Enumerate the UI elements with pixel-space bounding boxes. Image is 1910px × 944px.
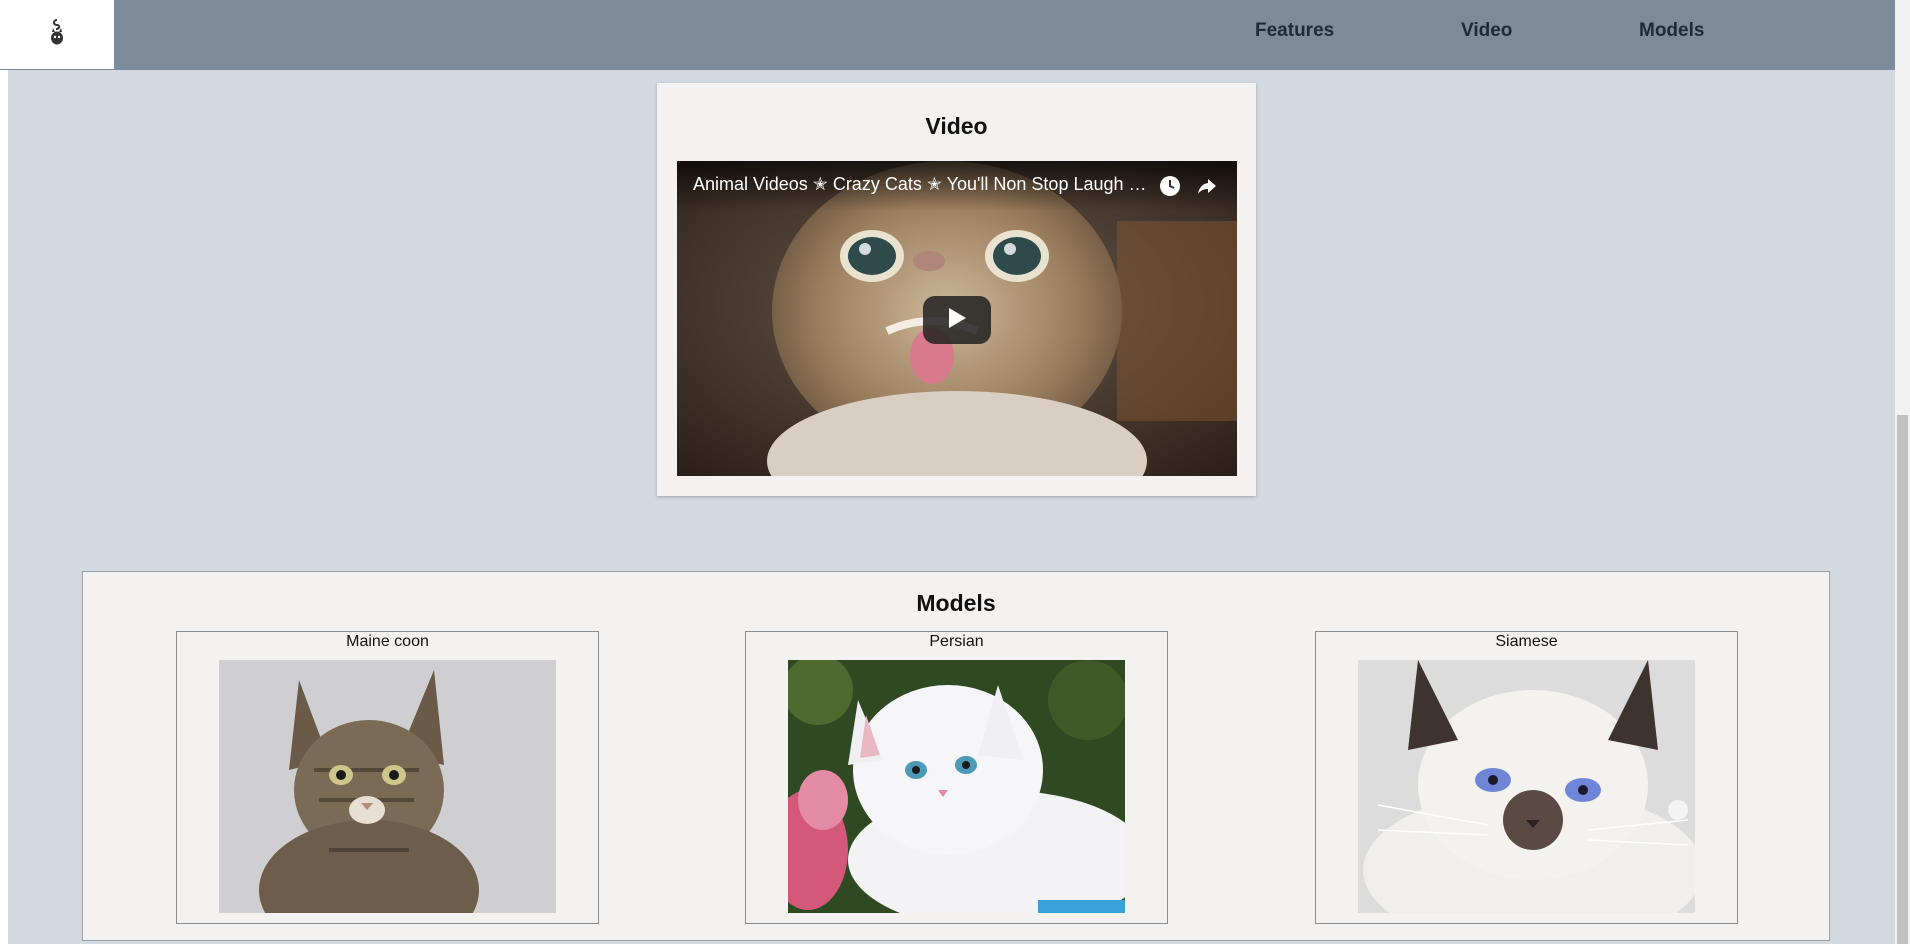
model-card-maine-coon: Maine coon (176, 631, 599, 924)
page: Features Video Models Video Animal Video… (0, 0, 1910, 944)
video-section-title: Video (925, 113, 988, 139)
play-icon (947, 307, 967, 334)
nav-link-models[interactable]: Models (1639, 20, 1704, 42)
model-name: Persian (929, 633, 984, 650)
nav-link-features[interactable]: Features (1255, 20, 1334, 42)
clock-icon[interactable] (1157, 173, 1183, 199)
model-name: Siamese (1495, 633, 1558, 650)
nav-link-video[interactable]: Video (1461, 20, 1512, 42)
model-card-persian: Persian (745, 631, 1168, 924)
video-caption[interactable]: Animal Videos ✭ Crazy Cats ✭ You'll Non … (693, 174, 1153, 195)
play-button[interactable] (923, 296, 991, 344)
model-card-siamese: Siamese (1315, 631, 1738, 924)
siamese-image (1358, 660, 1695, 913)
models-section-title: Models (916, 590, 996, 616)
left-edge-strip (0, 0, 8, 944)
video-player[interactable]: Animal Videos ✭ Crazy Cats ✭ You'll Non … (677, 161, 1237, 476)
page-scrollbar[interactable] (1895, 0, 1910, 944)
persian-image (788, 660, 1125, 913)
logo-link[interactable] (0, 0, 114, 69)
model-name: Maine coon (346, 633, 429, 650)
models-section: Models Maine coon Persian Siamese (82, 571, 1830, 941)
cat-logo-icon (46, 17, 68, 52)
top-navbar: Features Video Models (0, 0, 1895, 70)
share-icon[interactable] (1194, 173, 1220, 199)
scrollbar-thumb[interactable] (1897, 415, 1908, 944)
video-section: Video Animal Videos ✭ Crazy Cats ✭ You'l… (657, 83, 1256, 496)
maine-coon-image (219, 660, 556, 913)
